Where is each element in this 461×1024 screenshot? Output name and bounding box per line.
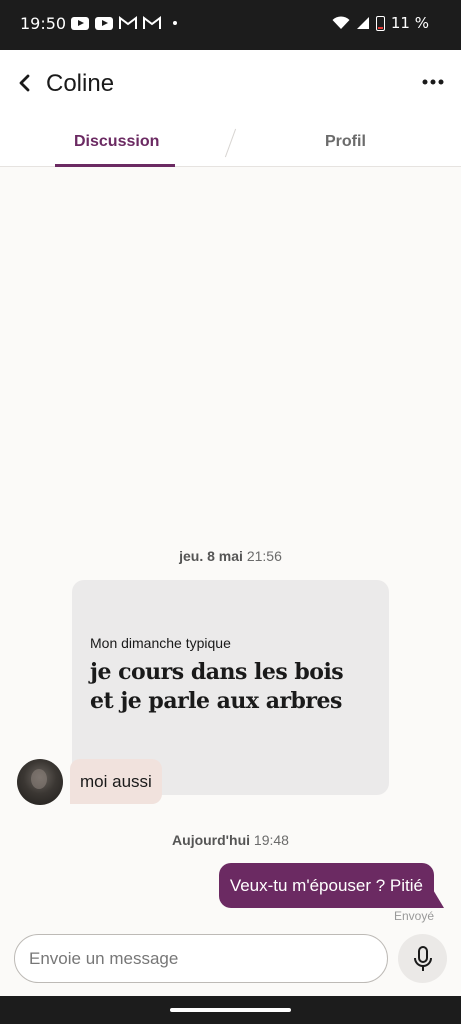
sent-status: Envoyé bbox=[393, 909, 434, 923]
status-notification-icons bbox=[71, 16, 177, 30]
date-time: 19:48 bbox=[253, 832, 289, 848]
sent-bubble-tail bbox=[432, 888, 444, 908]
microphone-icon bbox=[413, 945, 432, 971]
status-system-icons: 11 % bbox=[332, 14, 429, 32]
active-tab-indicator bbox=[55, 164, 175, 167]
microphone-button[interactable] bbox=[398, 934, 447, 983]
battery-icon bbox=[375, 15, 385, 31]
tab-separator bbox=[224, 128, 237, 158]
status-bar: 19:50 11 % bbox=[0, 0, 461, 50]
date-day: Aujourd'hui bbox=[172, 832, 251, 848]
date-separator: jeu. 8 mai 21:56 bbox=[0, 548, 461, 564]
page-title: Coline bbox=[46, 70, 115, 97]
tab-profil[interactable]: Profil bbox=[325, 133, 366, 151]
prompt-answer: je cours dans les bois et je parle aux a… bbox=[90, 659, 344, 714]
date-day: jeu. 8 mai bbox=[179, 548, 243, 564]
home-indicator[interactable] bbox=[170, 1008, 291, 1012]
tab-discussion[interactable]: Discussion bbox=[74, 133, 159, 151]
system-nav-bar bbox=[0, 996, 461, 1024]
signal-icon bbox=[356, 17, 369, 29]
prompt-question: Mon dimanche typique bbox=[90, 635, 231, 651]
tab-bar: Discussion Profil bbox=[0, 118, 461, 167]
gmail-icon bbox=[119, 16, 137, 29]
wifi-icon bbox=[332, 16, 350, 29]
chat-header: Coline bbox=[0, 50, 461, 118]
back-arrow-icon[interactable] bbox=[14, 72, 36, 94]
gmail-icon bbox=[143, 16, 161, 29]
battery-percent: 11 % bbox=[390, 14, 429, 32]
more-horizontal-icon[interactable] bbox=[421, 70, 445, 94]
received-message-bubble[interactable]: moi aussi bbox=[70, 759, 162, 804]
date-time: 21:56 bbox=[246, 548, 282, 564]
message-composer bbox=[14, 934, 388, 983]
date-separator: Aujourd'hui 19:48 bbox=[0, 832, 461, 848]
avatar[interactable] bbox=[17, 759, 63, 805]
youtube-icon bbox=[95, 16, 113, 30]
sent-message-bubble[interactable]: Veux-tu m'épouser ? Pitié bbox=[218, 863, 434, 908]
youtube-icon bbox=[71, 16, 89, 30]
notification-dot bbox=[173, 21, 177, 25]
status-time: 19:50 bbox=[20, 14, 67, 33]
message-input[interactable] bbox=[29, 935, 369, 982]
